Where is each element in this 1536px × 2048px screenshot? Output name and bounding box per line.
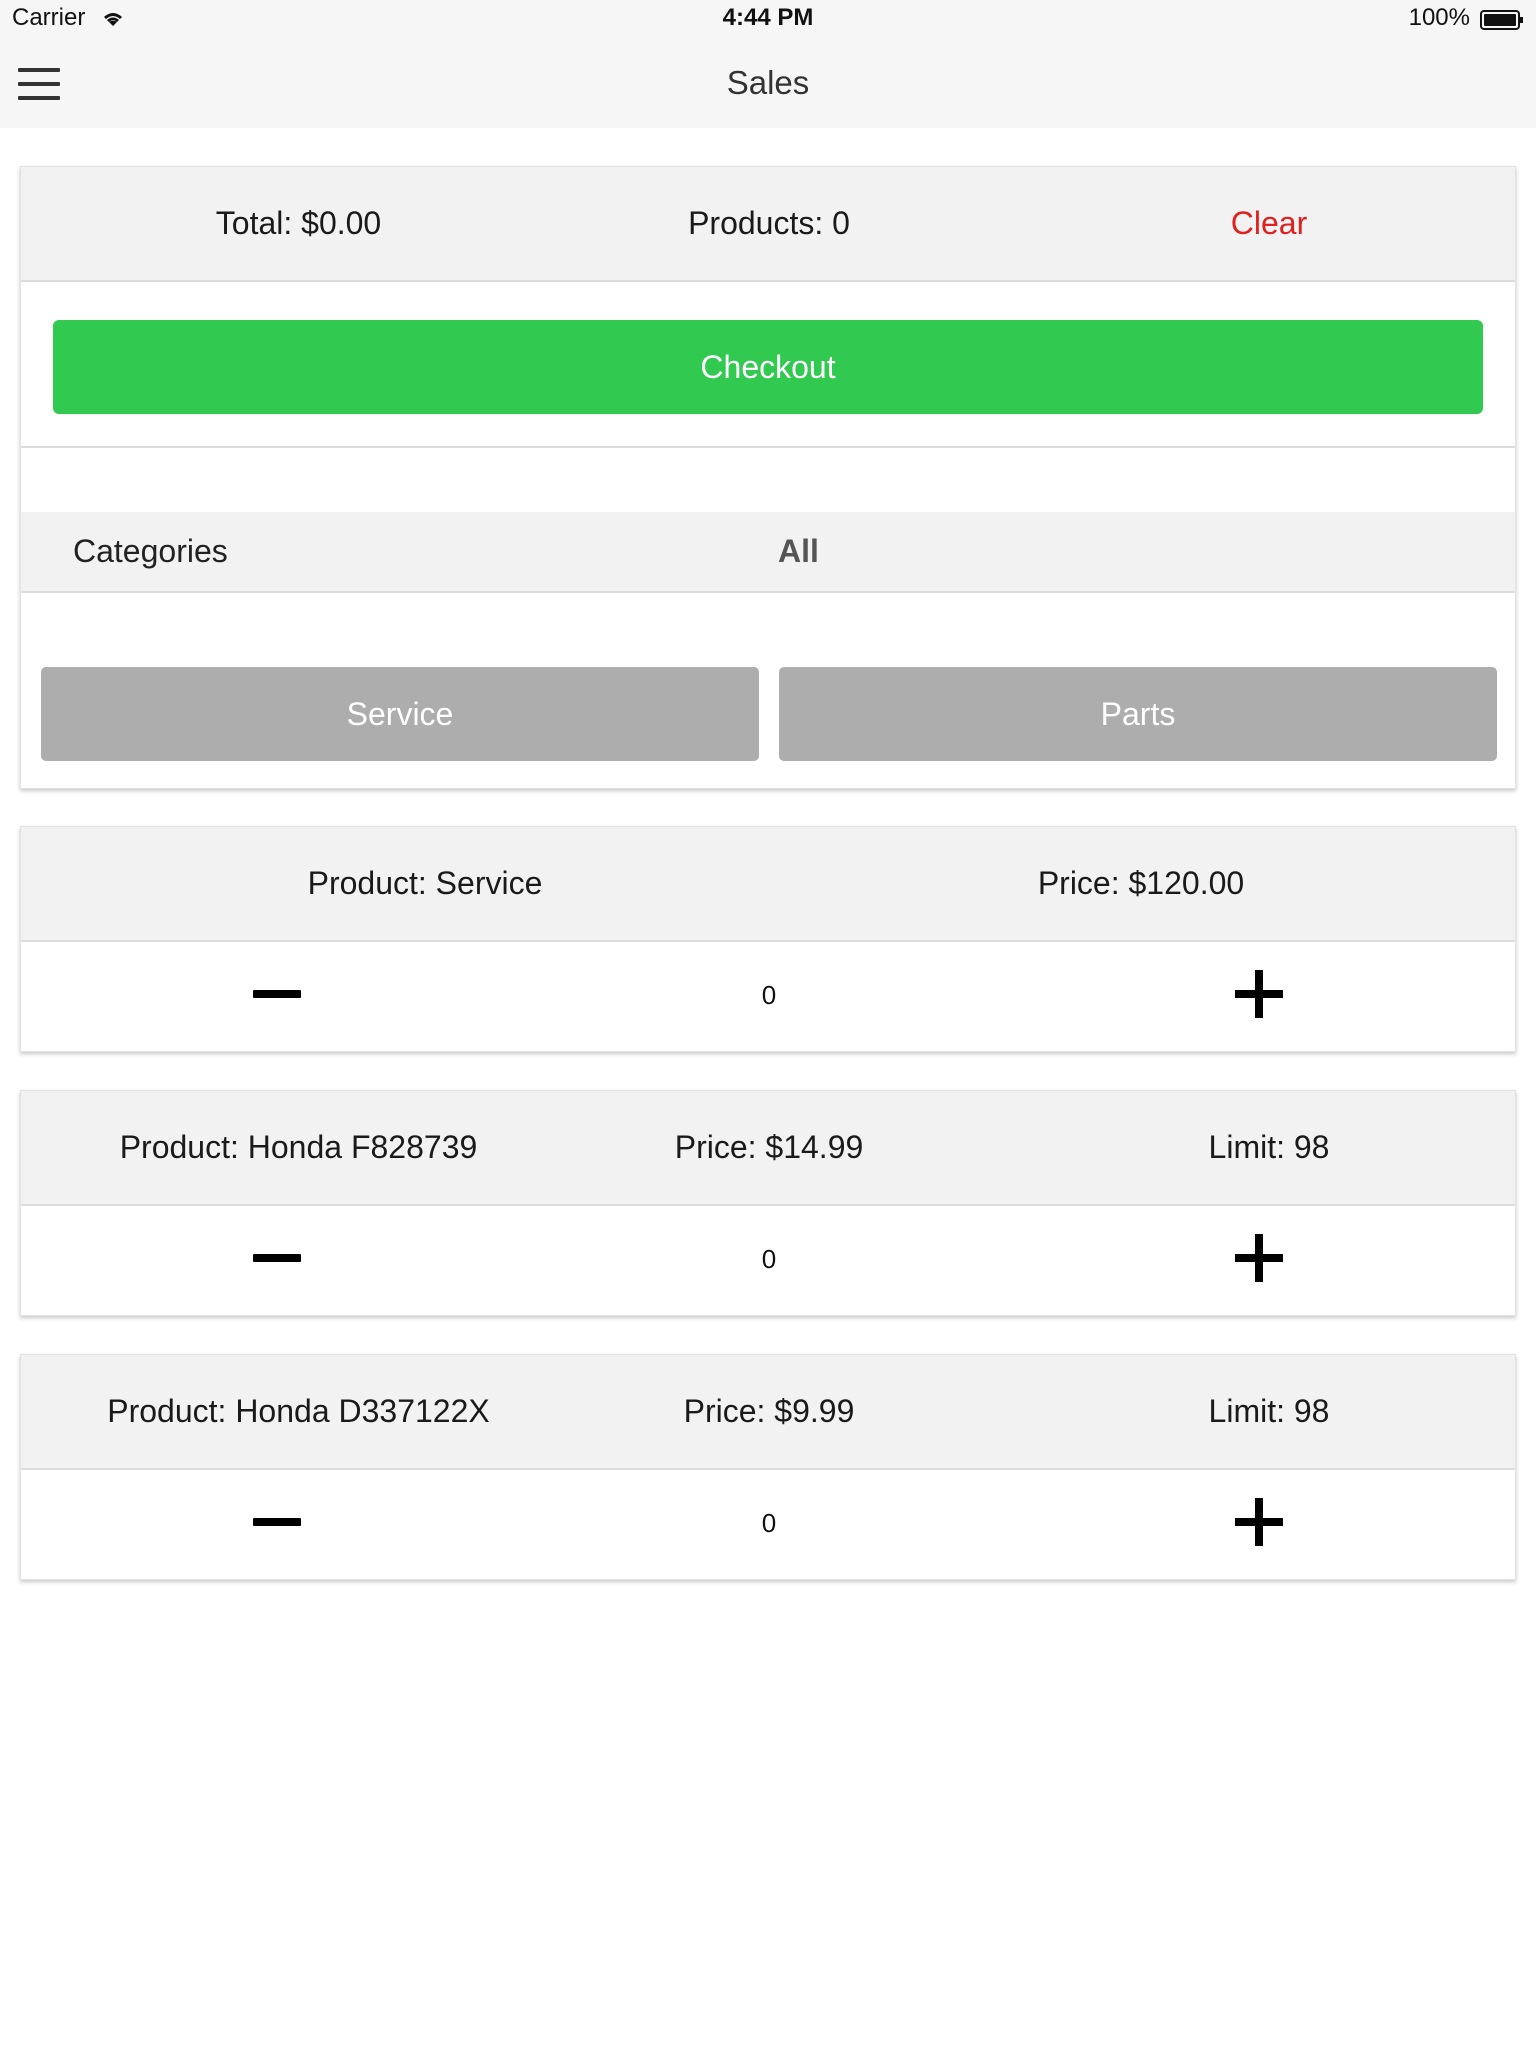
checkout-button[interactable]: Checkout [53,320,1483,414]
categories-label: Categories [73,533,228,569]
clock: 4:44 PM [722,4,814,31]
categories-selected-value[interactable]: All [778,512,819,591]
total-label: Total: $0.00 [215,205,382,241]
product-price: Price: $9.99 [683,1393,855,1429]
categories-row: Categories All [21,512,1515,593]
product-name: Product: Honda D337122X [107,1393,490,1429]
product-header: Product: Honda F828739 Price: $14.99 Lim… [21,1091,1515,1206]
quantity-stepper: 0 [21,1470,1515,1581]
battery-percent: 100% [1408,4,1470,31]
plus-icon[interactable] [1235,1498,1283,1546]
product-card: Product: Honda D337122X Price: $9.99 Lim… [20,1354,1516,1580]
checkout-area: Checkout [21,282,1515,448]
quantity-stepper: 0 [21,942,1515,1053]
product-header: Product: Honda D337122X Price: $9.99 Lim… [21,1355,1515,1470]
product-price: Price: $120.00 [1037,865,1245,901]
plus-icon[interactable] [1235,1234,1283,1282]
order-summary-card: Total: $0.00 Products: 0 Clear Checkout … [20,166,1516,789]
quantity-stepper: 0 [21,1206,1515,1317]
category-button-service[interactable]: Service [41,667,759,761]
page-title: Sales [726,64,810,101]
product-price: Price: $14.99 [674,1129,864,1165]
plus-icon[interactable] [1235,970,1283,1018]
product-limit: Limit: 98 [1208,1393,1330,1429]
product-limit: Limit: 98 [1208,1129,1330,1165]
quantity-value: 0 [761,1508,777,1538]
navigation-bar: Sales [0,40,1536,128]
battery-icon [1480,10,1523,30]
quantity-value: 0 [761,980,777,1010]
products-count-label: Products: 0 [688,205,850,241]
quantity-value: 0 [761,1244,777,1274]
product-name: Product: Service [307,865,543,901]
category-button-parts[interactable]: Parts [779,667,1497,761]
product-card: Product: Service Price: $120.00 0 [20,826,1516,1052]
summary-header: Total: $0.00 Products: 0 Clear [21,167,1515,282]
product-header: Product: Service Price: $120.00 [21,827,1515,942]
product-card: Product: Honda F828739 Price: $14.99 Lim… [20,1090,1516,1316]
clear-button[interactable]: Clear [1076,167,1462,280]
status-bar: Carrier 4:44 PM 100% [0,0,1536,40]
product-name: Product: Honda F828739 [119,1129,478,1165]
